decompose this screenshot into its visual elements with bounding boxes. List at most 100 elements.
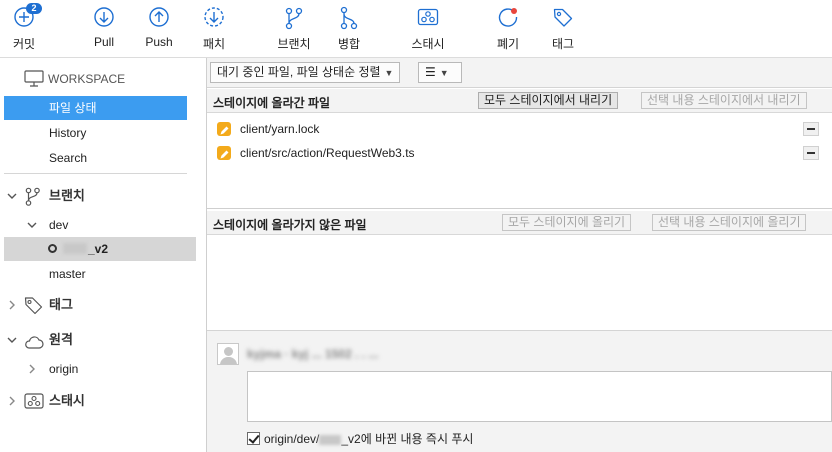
branches-label: 브랜치 [49, 188, 85, 203]
chevron-right-icon [6, 293, 18, 319]
merge-label: 병합 [337, 37, 361, 51]
main-panel: 대기 중인 파일, 파일 상태순 정렬 ▼ ☰ ▼ 스테이지에 올라간 파일 모두 … [207, 58, 832, 452]
sidebar: WORKSPACE 파일 상태 History Search 브랜치 dev _… [0, 58, 207, 452]
remote-item-origin[interactable]: origin [0, 357, 207, 381]
workspace-label: WORKSPACE [48, 72, 126, 86]
stage-selected-button[interactable]: 선택 내용 스테이지에 올리기 [652, 214, 807, 231]
chevron-down-icon: ▼ [384, 68, 394, 78]
unstaged-header: 스테이지에 올라가지 않은 파일 모두 스테이지에 올리기 선택 내용 스테이지… [207, 211, 832, 235]
staged-file-row[interactable]: client/yarn.lock [207, 117, 832, 141]
unstage-selected-button[interactable]: 선택 내용 스테이지에서 내리기 [641, 92, 807, 109]
branch-item-current[interactable]: _v2 [4, 237, 196, 261]
push-immediately-checkbox[interactable]: origin/dev/ _v2에 바뀐 내용 즉시 푸시 [247, 431, 473, 447]
unstage-file-button[interactable] [803, 122, 819, 136]
commit-author: kyjma · kyj ... 1502 . . ... [247, 347, 379, 361]
branch-item-master[interactable]: master [0, 262, 207, 286]
stage-all-button[interactable]: 모두 스테이지에 올리기 [502, 214, 632, 231]
avatar-body-shape [220, 357, 237, 364]
push-label-suffix: _v2에 바뀐 내용 즉시 푸시 [341, 432, 474, 446]
workspace-header: WORKSPACE [0, 67, 207, 91]
branch-label: 브랜치 [277, 37, 311, 51]
tag-icon [24, 296, 44, 323]
stashes-header[interactable]: 스태시 [0, 389, 207, 413]
stash-label: 스태시 [411, 37, 445, 51]
pull-button[interactable]: Pull [74, 6, 134, 49]
filter-bar: 대기 중인 파일, 파일 상태순 정렬 ▼ ☰ ▼ [207, 58, 832, 88]
commit-badge: 2 [26, 3, 42, 14]
merge-button[interactable]: 병합 [319, 6, 379, 52]
sidebar-item-label: Search [49, 151, 88, 165]
chevron-down-icon [6, 328, 18, 354]
unstage-file-button[interactable] [803, 146, 819, 160]
merge-icon [338, 6, 360, 30]
tag-icon [552, 6, 574, 30]
sidebar-item-label: 파일 상태 [49, 101, 97, 115]
chevron-down-icon [26, 213, 38, 239]
stash-icon [24, 393, 44, 417]
discard-label: 폐기 [496, 37, 520, 51]
branch-name: master [49, 267, 86, 281]
toolbar: 2 커밋 Pull Push 패치 브랜치 병합 스태시 폐기 태그 [0, 0, 832, 58]
stash-icon [417, 6, 439, 30]
branch-group-dev[interactable]: dev [0, 213, 207, 237]
view-mode-dropdown[interactable]: ☰ ▼ [418, 62, 462, 83]
staged-title: 스테이지에 올라간 파일 [213, 96, 331, 110]
unstaged-title: 스테이지에 올라가지 않은 파일 [213, 218, 367, 232]
chevron-down-icon: ▼ [439, 68, 449, 78]
branch-button[interactable]: 브랜치 [264, 6, 324, 52]
push-label: Push [145, 35, 173, 49]
checkbox-checked-icon[interactable] [247, 432, 260, 446]
branch-icon [283, 6, 305, 30]
staged-header: 스테이지에 올라간 파일 모두 스테이지에서 내리기 선택 내용 스테이지에서 … [207, 89, 832, 113]
sort-dropdown-value: 대기 중인 파일, 파일 상태순 정렬 [217, 65, 381, 79]
push-label-prefix: origin/dev/ [264, 432, 320, 446]
commit-area: kyjma · kyj ... 1502 . . ... origin/dev/… [207, 330, 832, 452]
modified-pencil-icon [217, 146, 231, 160]
current-branch-indicator-icon [48, 244, 57, 253]
monitor-icon [24, 70, 44, 95]
file-name: client/src/action/RequestWeb3.ts [240, 146, 415, 160]
branch-group-label: dev [49, 218, 69, 232]
avatar-head-shape [224, 347, 233, 356]
tag-label: 태그 [551, 37, 575, 51]
tag-button[interactable]: 태그 [533, 6, 593, 52]
push-icon [148, 6, 170, 30]
sidebar-item-label: History [49, 126, 87, 140]
branch-name: _v2 [88, 242, 109, 256]
branch-icon [24, 187, 42, 214]
staged-file-row[interactable]: client/src/action/RequestWeb3.ts [207, 141, 832, 165]
unstage-all-button[interactable]: 모두 스테이지에서 내리기 [478, 92, 619, 109]
commit-message-input[interactable] [247, 371, 832, 422]
sidebar-divider [4, 173, 187, 174]
fetch-button[interactable]: 패치 [184, 6, 244, 52]
chevron-down-icon [6, 184, 18, 210]
pull-label: Pull [93, 35, 114, 49]
remotes-label: 원격 [49, 332, 73, 347]
fetch-label: 패치 [202, 37, 226, 51]
redacted-branch-prefix [63, 243, 87, 254]
pull-icon [93, 6, 115, 30]
file-name: client/yarn.lock [240, 122, 320, 136]
sort-dropdown[interactable]: 대기 중인 파일, 파일 상태순 정렬 ▼ [210, 62, 401, 83]
discard-icon [497, 6, 519, 30]
stashes-label: 스태시 [49, 393, 85, 408]
sidebar-item-file-status[interactable]: 파일 상태 [4, 96, 187, 120]
panel-divider [207, 208, 832, 209]
chevron-right-icon [26, 357, 38, 383]
remotes-header[interactable]: 원격 [0, 328, 207, 352]
commit-button[interactable]: 2 커밋 [0, 3, 54, 52]
discard-button[interactable]: 폐기 [478, 6, 538, 52]
push-button[interactable]: Push [129, 6, 189, 49]
modified-pencil-icon [217, 122, 231, 136]
cloud-icon [24, 333, 44, 357]
commit-label: 커밋 [12, 37, 36, 51]
sidebar-item-search[interactable]: Search [0, 146, 207, 170]
tags-header[interactable]: 태그 [0, 293, 207, 317]
fetch-icon [203, 6, 225, 30]
list-icon: ☰ [425, 65, 436, 79]
avatar [217, 343, 239, 365]
branches-header[interactable]: 브랜치 [0, 184, 207, 208]
sidebar-item-history[interactable]: History [0, 121, 207, 145]
stash-button[interactable]: 스태시 [398, 6, 458, 52]
remote-name: origin [49, 362, 79, 376]
